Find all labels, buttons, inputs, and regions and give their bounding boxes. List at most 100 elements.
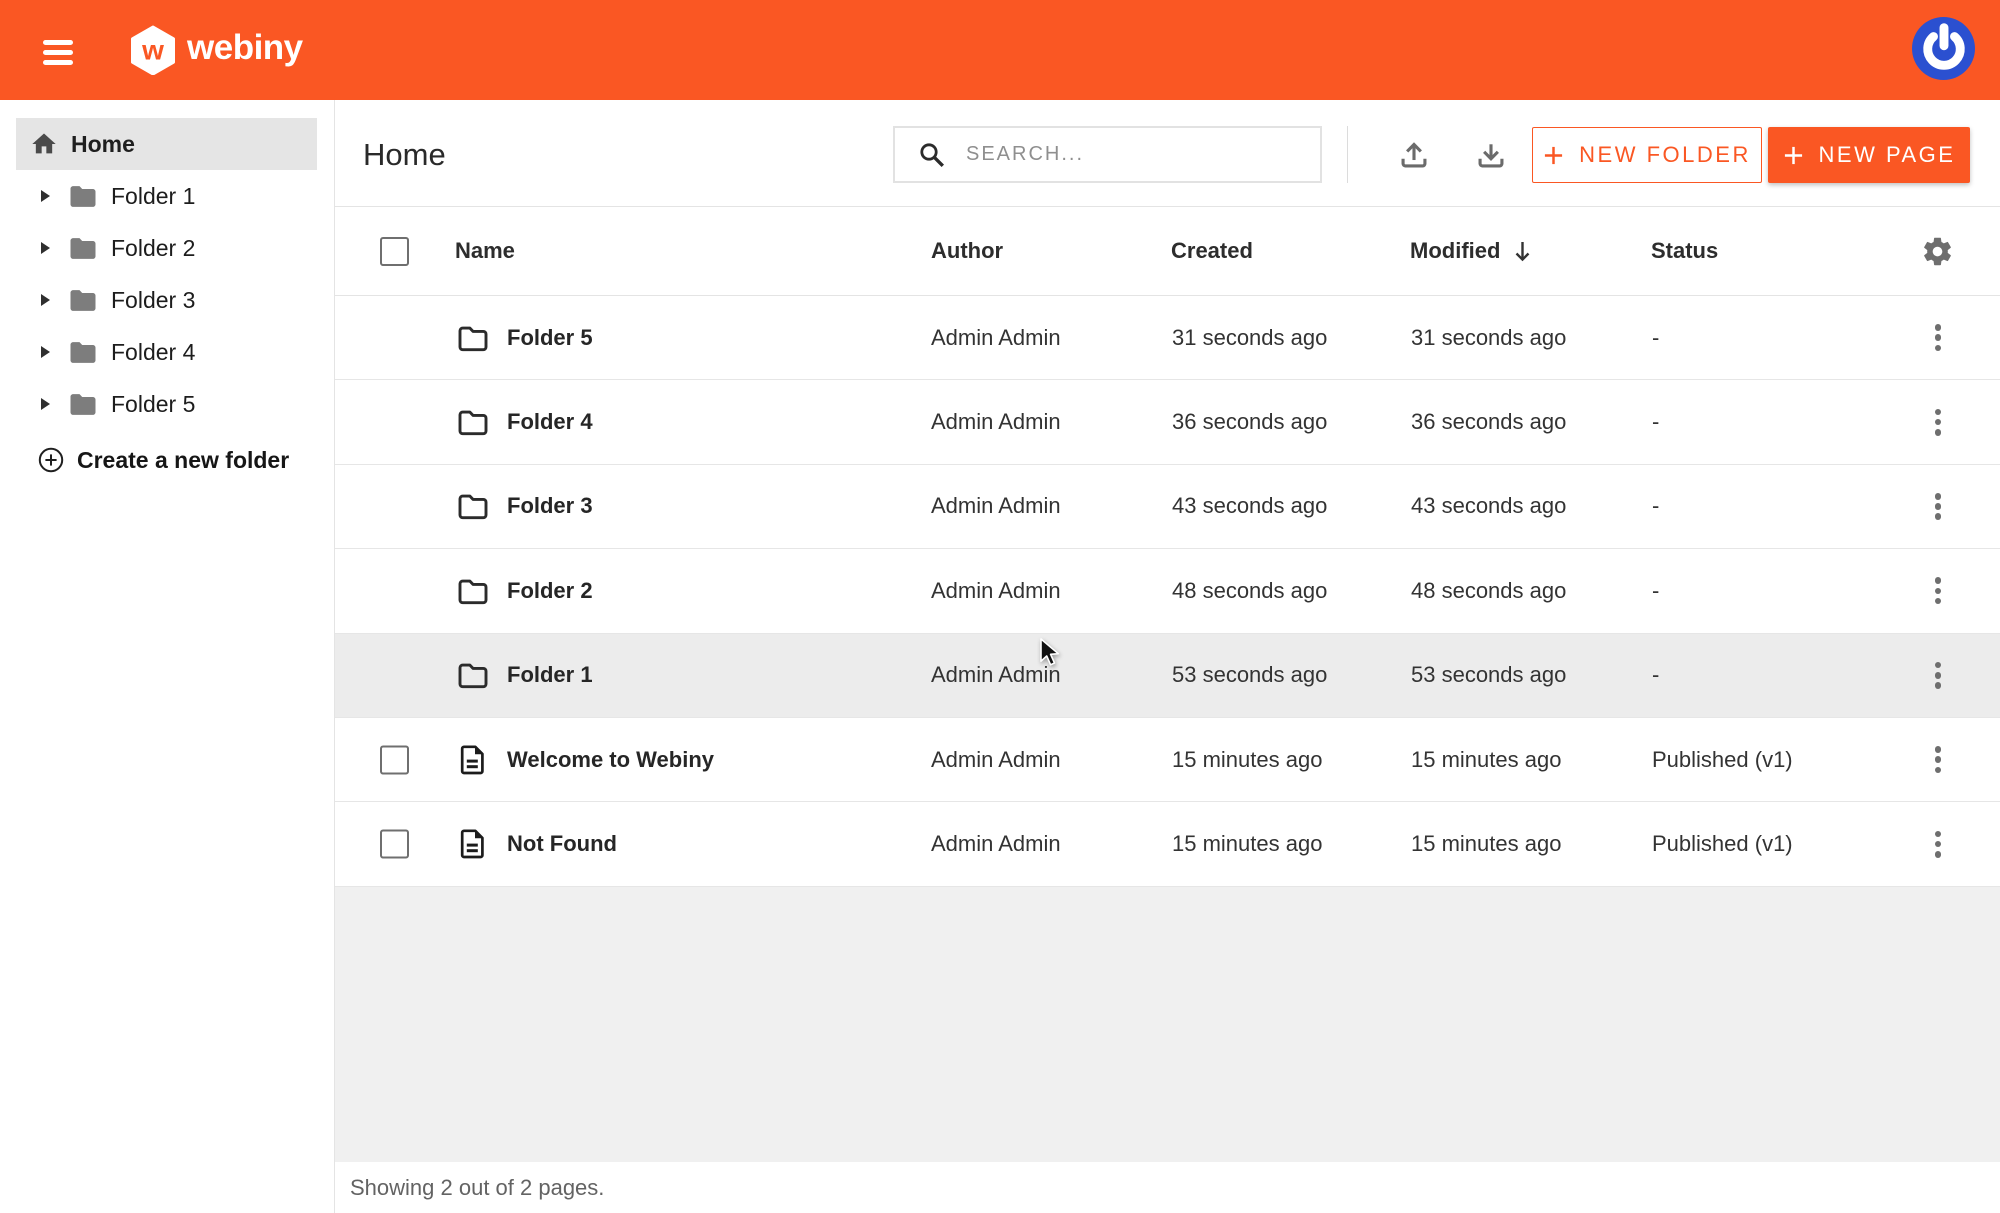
search-icon [918,141,946,169]
webiny-hexagon-icon: w [130,25,176,75]
column-header-status[interactable]: Status [1651,238,1718,264]
brand-name: webiny [187,28,303,68]
folder-icon [69,341,97,364]
sidebar: Home Folder 1 Folder 2 [0,100,335,1213]
row-menu-button[interactable] [1918,316,1958,360]
row-menu-button[interactable] [1918,653,1958,697]
sidebar-folder-label: Folder 5 [111,391,195,418]
row-name[interactable]: Folder 4 [507,409,593,435]
page-title: Home [363,137,446,173]
chevron-right-icon[interactable] [40,241,51,255]
row-name[interactable]: Not Found [507,831,617,857]
row-name[interactable]: Folder 5 [507,325,593,351]
row-menu-button[interactable] [1918,738,1958,782]
row-name[interactable]: Folder 3 [507,493,593,519]
folder-icon [457,493,489,520]
chevron-right-icon[interactable] [40,293,51,307]
column-header-name[interactable]: Name [455,238,515,264]
folder-icon [69,289,97,312]
mouse-cursor [1040,638,1066,668]
main-header: Home [335,100,2000,207]
download-icon [1476,140,1506,170]
sidebar-folder-list: Folder 1 Folder 2 Folder 3 Fo [0,170,335,430]
sidebar-folder-item[interactable]: Folder 3 [0,274,335,326]
table-row[interactable]: Folder 1 Admin Admin 53 seconds ago 53 s… [335,634,2000,718]
new-folder-label: NEW FOLDER [1579,142,1751,168]
svg-text:w: w [141,35,164,66]
new-folder-button[interactable]: NEW FOLDER [1532,127,1762,183]
export-button[interactable] [1474,138,1508,172]
folder-icon [457,577,489,604]
row-modified: 15 minutes ago [1411,747,1561,773]
row-author: Admin Admin [931,493,1061,519]
main-content: Home [335,100,2000,1213]
table-empty-area [335,887,2000,1162]
plus-icon [1783,145,1804,166]
table-row[interactable]: Folder 4 Admin Admin 36 seconds ago 36 s… [335,380,2000,464]
sidebar-folder-item[interactable]: Folder 2 [0,222,335,274]
row-status: Published (v1) [1652,747,1793,773]
column-header-modified[interactable]: Modified [1410,238,1532,264]
table-row[interactable]: Folder 5 Admin Admin 31 seconds ago 31 s… [335,296,2000,380]
row-menu-button[interactable] [1918,484,1958,528]
search-box [893,126,1322,183]
row-status: - [1652,325,1659,351]
folder-icon [457,324,489,351]
row-menu-button[interactable] [1918,822,1958,866]
sidebar-folder-label: Folder 1 [111,183,195,210]
row-status: - [1652,662,1659,688]
select-all-checkbox[interactable] [380,237,409,266]
row-created: 15 minutes ago [1172,747,1322,773]
row-menu-button[interactable] [1918,400,1958,444]
table-row[interactable]: Folder 2 Admin Admin 48 seconds ago 48 s… [335,549,2000,633]
import-button[interactable] [1397,138,1431,172]
row-created: 15 minutes ago [1172,831,1322,857]
plus-circle-icon [38,447,64,473]
user-avatar-button[interactable] [1912,17,1975,80]
new-page-button[interactable]: NEW PAGE [1768,127,1970,183]
gear-icon[interactable] [1921,235,1954,268]
table-row[interactable]: Folder 3 Admin Admin 43 seconds ago 43 s… [335,465,2000,549]
chevron-right-icon[interactable] [40,189,51,203]
row-name[interactable]: Folder 2 [507,578,593,604]
create-folder-button[interactable]: Create a new folder [0,434,335,486]
webiny-logo[interactable]: w webiny [130,24,303,76]
column-header-created[interactable]: Created [1171,238,1253,264]
row-author: Admin Admin [931,831,1061,857]
header-divider [1347,126,1348,183]
row-checkbox[interactable] [380,745,409,774]
row-modified: 53 seconds ago [1411,662,1566,688]
row-created: 36 seconds ago [1172,409,1327,435]
row-modified: 31 seconds ago [1411,325,1566,351]
hamburger-menu-icon[interactable] [43,40,73,65]
row-author: Admin Admin [931,578,1061,604]
document-icon [457,829,489,859]
row-checkbox[interactable] [380,830,409,859]
column-header-author[interactable]: Author [931,238,1003,264]
row-author: Admin Admin [931,409,1061,435]
sidebar-folder-item[interactable]: Folder 4 [0,326,335,378]
sidebar-folder-item[interactable]: Folder 5 [0,378,335,430]
table-row[interactable]: Not Found Admin Admin 15 minutes ago 15 … [335,802,2000,886]
row-name[interactable]: Folder 1 [507,662,593,688]
chevron-right-icon[interactable] [40,345,51,359]
folder-icon [69,393,97,416]
sidebar-folder-item[interactable]: Folder 1 [0,170,335,222]
row-name[interactable]: Welcome to Webiny [507,747,714,773]
folder-icon [457,409,489,436]
row-menu-button[interactable] [1918,569,1958,613]
topbar: w webiny [0,0,2000,100]
row-status: - [1652,409,1659,435]
new-page-label: NEW PAGE [1819,142,1956,168]
pagination-summary: Showing 2 out of 2 pages. [350,1175,604,1201]
chevron-right-icon[interactable] [40,397,51,411]
row-modified: 36 seconds ago [1411,409,1566,435]
app: w webiny Home Folder 1 [0,0,2000,1213]
table-header: Name Author Created Modified Status [335,207,2000,296]
sidebar-item-home[interactable]: Home [16,118,317,170]
table-row[interactable]: Welcome to Webiny Admin Admin 15 minutes… [335,718,2000,802]
sidebar-folder-label: Folder 3 [111,287,195,314]
document-icon [457,745,489,775]
sidebar-home-label: Home [71,131,135,158]
search-input[interactable] [966,128,1320,181]
